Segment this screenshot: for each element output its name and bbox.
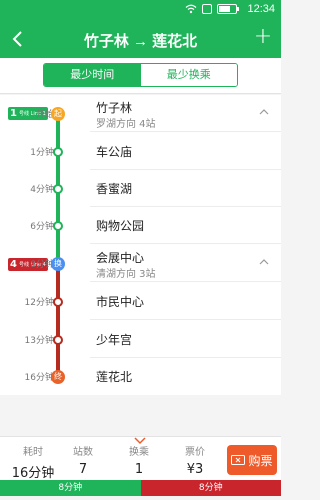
alarm-icon (202, 4, 212, 14)
duration-label: 耗时 (23, 447, 43, 458)
add-icon[interactable]: + (253, 26, 273, 48)
back-icon[interactable] (8, 28, 28, 50)
stop-row-transfer[interactable]: 8分钟 换 会展中心 清湖方向 3站 (0, 245, 281, 282)
stop-time: 12分钟 (24, 298, 54, 308)
buy-ticket-label: 购票 (248, 453, 273, 468)
stops-value: 7 (78, 462, 88, 477)
stop-name: 车公庙 (96, 145, 133, 159)
stop-row: 13分钟 少年宫 (0, 321, 281, 358)
stop-time: 13分钟 (24, 336, 54, 346)
start-badge: 起 (51, 107, 65, 121)
fare-value: ¥3 (186, 462, 204, 477)
end-badge: 终 (51, 370, 65, 384)
page-title: 竹子林 → 莲花北 (83, 33, 198, 50)
stop-row-start[interactable]: 开始 起 竹子林 罗湖方向 4站 (0, 95, 281, 132)
status-bar: 12:34 (0, 0, 281, 20)
stop-time: 4分钟 (30, 185, 54, 195)
divider (90, 131, 281, 132)
stops-label: 站数 (73, 447, 93, 458)
fare-stat: 票价 ¥3 (170, 443, 220, 477)
stop-name: 会展中心 (96, 251, 145, 265)
summary-panel: 耗时 16分钟 站数 7 换乘 1 票价 ¥3 购票 (0, 436, 281, 481)
line-4-duration: 8分钟 (140, 480, 281, 496)
stop-name: 少年宫 (96, 333, 133, 347)
stop-dot (53, 147, 63, 157)
tab-least-time[interactable]: 最少时间 (44, 64, 141, 86)
ticket-icon (231, 455, 246, 465)
route-tabs: 最少时间 最少换乘 (43, 63, 238, 87)
stop-name: 莲花北 (96, 370, 133, 384)
stop-name: 香蜜湖 (96, 182, 133, 196)
transfer-badge: 换 (51, 257, 65, 271)
stop-name: 市民中心 (96, 295, 145, 309)
chevron-up-icon[interactable] (259, 107, 269, 117)
stop-row: 4分钟 香蜜湖 (0, 170, 281, 207)
stop-row-end: 16分钟 终 莲花北 (0, 358, 281, 395)
stop-row: 12分钟 市民中心 (0, 283, 281, 320)
status-icons (185, 4, 239, 14)
stop-dot (53, 184, 63, 194)
stop-dot (53, 221, 63, 231)
transfer-stat: 换乘 1 (114, 443, 164, 477)
stop-direction: 清湖方向 3站 (96, 269, 156, 280)
stop-direction: 罗湖方向 4站 (96, 119, 156, 130)
battery-icon (217, 4, 239, 14)
wifi-icon (185, 4, 197, 14)
fare-label: 票价 (185, 447, 205, 458)
chevron-up-icon[interactable] (259, 257, 269, 267)
duration-value: 16分钟 (11, 466, 55, 481)
status-time: 12:34 (247, 3, 275, 15)
line-1-duration: 8分钟 (0, 480, 141, 496)
divider (90, 281, 281, 282)
stop-name: 购物公园 (96, 219, 145, 233)
duration-stat: 耗时 16分钟 (8, 443, 58, 481)
divider (90, 319, 281, 320)
tab-bar: 最少时间 最少换乘 (0, 58, 281, 94)
transfer-value: 1 (134, 462, 144, 477)
stop-dot (53, 335, 63, 345)
buy-ticket-button[interactable]: 购票 (227, 445, 277, 475)
tab-least-transfer[interactable]: 最少换乘 (140, 64, 237, 86)
stop-time: 1分钟 (30, 148, 54, 158)
stops-stat: 站数 7 (58, 443, 108, 477)
stop-time: 6分钟 (30, 222, 54, 232)
route-list: 1 号线 Line 1 4 号线 Line 4 开始 起 竹子林 罗湖方向 4站… (0, 95, 281, 395)
stop-row: 6分钟 购物公园 (0, 207, 281, 244)
time-split-bar: 8分钟 8分钟 (0, 480, 281, 496)
header: 竹子林 → 莲花北 + (0, 20, 281, 58)
stop-time: 16分钟 (24, 373, 54, 383)
divider (90, 243, 281, 244)
transfer-label: 换乘 (129, 447, 149, 458)
stop-dot (53, 297, 63, 307)
stop-row: 1分钟 车公庙 (0, 133, 281, 170)
stop-name: 竹子林 (96, 101, 133, 115)
